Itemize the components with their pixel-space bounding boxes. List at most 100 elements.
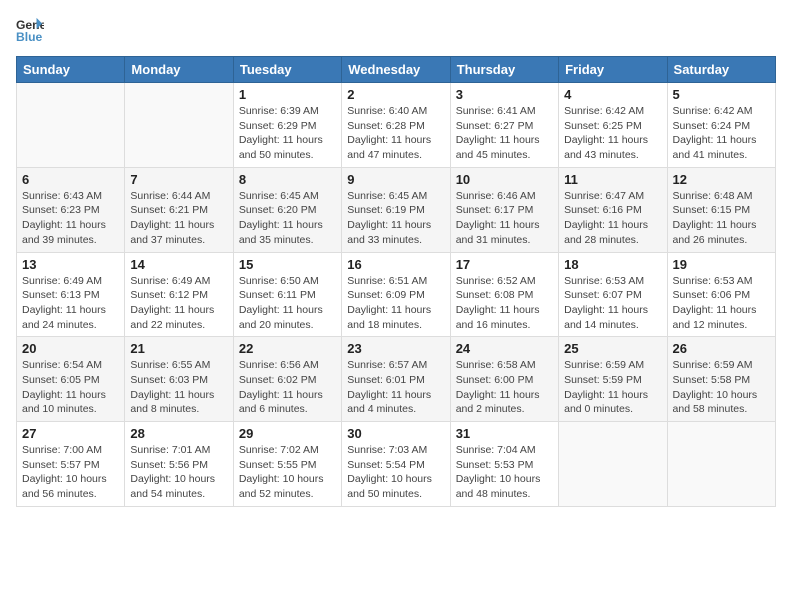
day-detail: Sunrise: 6:54 AMSunset: 6:05 PMDaylight:…: [22, 358, 119, 417]
calendar-cell: 17 Sunrise: 6:52 AMSunset: 6:08 PMDayligh…: [450, 252, 558, 337]
day-number: 25: [564, 341, 661, 356]
day-detail: Sunrise: 6:47 AMSunset: 6:16 PMDaylight:…: [564, 189, 661, 248]
day-detail: Sunrise: 6:49 AMSunset: 6:12 PMDaylight:…: [130, 274, 227, 333]
day-detail: Sunrise: 6:44 AMSunset: 6:21 PMDaylight:…: [130, 189, 227, 248]
day-detail: Sunrise: 7:01 AMSunset: 5:56 PMDaylight:…: [130, 443, 227, 502]
calendar-cell: [559, 422, 667, 507]
calendar-cell: [17, 83, 125, 168]
calendar-cell: 30 Sunrise: 7:03 AMSunset: 5:54 PMDayligh…: [342, 422, 450, 507]
day-detail: Sunrise: 6:51 AMSunset: 6:09 PMDaylight:…: [347, 274, 444, 333]
calendar-cell: 29Sunrise: 7:02 AMSunset: 5:55 PMDayligh…: [233, 422, 341, 507]
day-number: 2: [347, 87, 444, 102]
day-number: 21: [130, 341, 227, 356]
calendar-cell: 25 Sunrise: 6:59 AMSunset: 5:59 PMDayligh…: [559, 337, 667, 422]
day-detail: Sunrise: 7:02 AMSunset: 5:55 PMDaylight:…: [239, 443, 336, 502]
calendar-cell: 19 Sunrise: 6:53 AMSunset: 6:06 PMDayligh…: [667, 252, 775, 337]
calendar-cell: 13 Sunrise: 6:49 AMSunset: 6:13 PMDayligh…: [17, 252, 125, 337]
day-detail: Sunrise: 6:58 AMSunset: 6:00 PMDaylight:…: [456, 358, 553, 417]
day-number: 3: [456, 87, 553, 102]
day-detail: Sunrise: 6:52 AMSunset: 6:08 PMDaylight:…: [456, 274, 553, 333]
day-detail: Sunrise: 6:55 AMSunset: 6:03 PMDaylight:…: [130, 358, 227, 417]
logo-icon: General Blue: [16, 16, 44, 44]
day-detail: Sunrise: 6:59 AMSunset: 5:58 PMDaylight:…: [673, 358, 770, 417]
day-number: 22: [239, 341, 336, 356]
day-detail: Sunrise: 6:43 AMSunset: 6:23 PMDaylight:…: [22, 189, 119, 248]
day-detail: Sunrise: 6:56 AMSunset: 6:02 PMDaylight:…: [239, 358, 336, 417]
day-detail: Sunrise: 6:59 AMSunset: 5:59 PMDaylight:…: [564, 358, 661, 417]
day-detail: Sunrise: 6:45 AMSunset: 6:19 PMDaylight:…: [347, 189, 444, 248]
column-header-monday: Monday: [125, 57, 233, 83]
day-number: 12: [673, 172, 770, 187]
column-header-saturday: Saturday: [667, 57, 775, 83]
day-detail: Sunrise: 6:57 AMSunset: 6:01 PMDaylight:…: [347, 358, 444, 417]
day-number: 23: [347, 341, 444, 356]
day-detail: Sunrise: 7:03 AMSunset: 5:54 PMDaylight:…: [347, 443, 444, 502]
calendar-cell: 16 Sunrise: 6:51 AMSunset: 6:09 PMDayligh…: [342, 252, 450, 337]
calendar-cell: 26 Sunrise: 6:59 AMSunset: 5:58 PMDayligh…: [667, 337, 775, 422]
day-number: 10: [456, 172, 553, 187]
day-detail: Sunrise: 7:00 AMSunset: 5:57 PMDaylight:…: [22, 443, 119, 502]
day-detail: Sunrise: 6:53 AMSunset: 6:06 PMDaylight:…: [673, 274, 770, 333]
logo: General Blue: [16, 16, 44, 44]
week-row-1: 1Sunrise: 6:39 AMSunset: 6:29 PMDaylight…: [17, 83, 776, 168]
day-detail: Sunrise: 6:39 AMSunset: 6:29 PMDaylight:…: [239, 104, 336, 163]
day-number: 5: [673, 87, 770, 102]
day-number: 11: [564, 172, 661, 187]
day-number: 13: [22, 257, 119, 272]
calendar-cell: 24 Sunrise: 6:58 AMSunset: 6:00 PMDayligh…: [450, 337, 558, 422]
calendar-cell: 27 Sunrise: 7:00 AMSunset: 5:57 PMDayligh…: [17, 422, 125, 507]
calendar-cell: 9 Sunrise: 6:45 AMSunset: 6:19 PMDaylight…: [342, 167, 450, 252]
day-number: 8: [239, 172, 336, 187]
calendar-cell: 20 Sunrise: 6:54 AMSunset: 6:05 PMDayligh…: [17, 337, 125, 422]
calendar-cell: 1Sunrise: 6:39 AMSunset: 6:29 PMDaylight…: [233, 83, 341, 168]
day-number: 19: [673, 257, 770, 272]
calendar-cell: 15Sunrise: 6:50 AMSunset: 6:11 PMDayligh…: [233, 252, 341, 337]
calendar-cell: 6 Sunrise: 6:43 AMSunset: 6:23 PMDaylight…: [17, 167, 125, 252]
week-row-5: 27 Sunrise: 7:00 AMSunset: 5:57 PMDayligh…: [17, 422, 776, 507]
calendar-cell: 3 Sunrise: 6:41 AMSunset: 6:27 PMDaylight…: [450, 83, 558, 168]
day-detail: Sunrise: 6:42 AMSunset: 6:25 PMDaylight:…: [564, 104, 661, 163]
column-header-tuesday: Tuesday: [233, 57, 341, 83]
day-number: 27: [22, 426, 119, 441]
day-number: 14: [130, 257, 227, 272]
day-detail: Sunrise: 6:48 AMSunset: 6:15 PMDaylight:…: [673, 189, 770, 248]
calendar-cell: 5 Sunrise: 6:42 AMSunset: 6:24 PMDaylight…: [667, 83, 775, 168]
day-number: 24: [456, 341, 553, 356]
day-number: 4: [564, 87, 661, 102]
calendar-cell: 12 Sunrise: 6:48 AMSunset: 6:15 PMDayligh…: [667, 167, 775, 252]
calendar-cell: 7 Sunrise: 6:44 AMSunset: 6:21 PMDaylight…: [125, 167, 233, 252]
day-number: 30: [347, 426, 444, 441]
calendar-cell: 11 Sunrise: 6:47 AMSunset: 6:16 PMDayligh…: [559, 167, 667, 252]
calendar-cell: 8 Sunrise: 6:45 AMSunset: 6:20 PMDaylight…: [233, 167, 341, 252]
calendar-cell: 28 Sunrise: 7:01 AMSunset: 5:56 PMDayligh…: [125, 422, 233, 507]
day-number: 26: [673, 341, 770, 356]
day-detail: Sunrise: 6:46 AMSunset: 6:17 PMDaylight:…: [456, 189, 553, 248]
day-detail: Sunrise: 6:42 AMSunset: 6:24 PMDaylight:…: [673, 104, 770, 163]
day-number: 20: [22, 341, 119, 356]
day-number: 17: [456, 257, 553, 272]
calendar-cell: [667, 422, 775, 507]
day-number: 16: [347, 257, 444, 272]
day-detail: Sunrise: 6:41 AMSunset: 6:27 PMDaylight:…: [456, 104, 553, 163]
calendar-cell: 10 Sunrise: 6:46 AMSunset: 6:17 PMDayligh…: [450, 167, 558, 252]
week-row-3: 13 Sunrise: 6:49 AMSunset: 6:13 PMDayligh…: [17, 252, 776, 337]
day-number: 6: [22, 172, 119, 187]
svg-text:Blue: Blue: [16, 30, 43, 44]
calendar-header-row: SundayMondayTuesdayWednesdayThursdayFrid…: [17, 57, 776, 83]
day-number: 7: [130, 172, 227, 187]
calendar-cell: 23 Sunrise: 6:57 AMSunset: 6:01 PMDayligh…: [342, 337, 450, 422]
header: General Blue: [16, 16, 776, 44]
calendar-cell: 2Sunrise: 6:40 AMSunset: 6:28 PMDaylight…: [342, 83, 450, 168]
calendar-cell: 21 Sunrise: 6:55 AMSunset: 6:03 PMDayligh…: [125, 337, 233, 422]
day-detail: Sunrise: 6:53 AMSunset: 6:07 PMDaylight:…: [564, 274, 661, 333]
column-header-wednesday: Wednesday: [342, 57, 450, 83]
day-number: 28: [130, 426, 227, 441]
day-detail: Sunrise: 6:49 AMSunset: 6:13 PMDaylight:…: [22, 274, 119, 333]
week-row-4: 20 Sunrise: 6:54 AMSunset: 6:05 PMDayligh…: [17, 337, 776, 422]
day-detail: Sunrise: 6:45 AMSunset: 6:20 PMDaylight:…: [239, 189, 336, 248]
day-number: 9: [347, 172, 444, 187]
day-number: 18: [564, 257, 661, 272]
day-detail: Sunrise: 7:04 AMSunset: 5:53 PMDaylight:…: [456, 443, 553, 502]
column-header-friday: Friday: [559, 57, 667, 83]
day-number: 31: [456, 426, 553, 441]
